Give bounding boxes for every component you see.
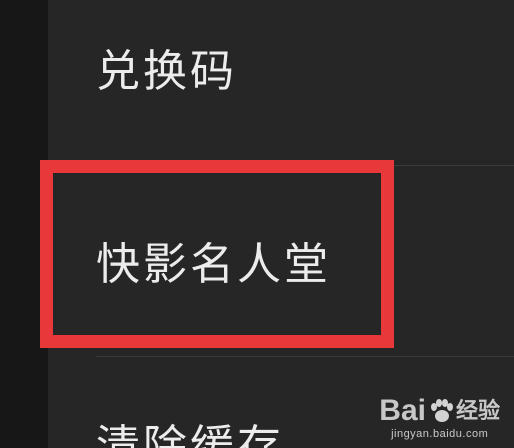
watermark-brand-left: Bai (379, 394, 426, 427)
watermark-logo: Bai 经验 (379, 396, 500, 426)
watermark-brand-right: 经验 (455, 398, 500, 423)
watermark-url: jingyan.baidu.com (391, 428, 489, 440)
menu-divider (96, 356, 514, 357)
menu-item-clear-cache[interactable]: 清除缓存 (96, 425, 284, 448)
highlight-box (40, 160, 394, 348)
paw-icon (430, 399, 453, 422)
baidu-jingyan-watermark: Bai 经验 jingyan.baidu.com (379, 396, 500, 441)
menu-item-redeem-code[interactable]: 兑换码 (96, 50, 237, 94)
